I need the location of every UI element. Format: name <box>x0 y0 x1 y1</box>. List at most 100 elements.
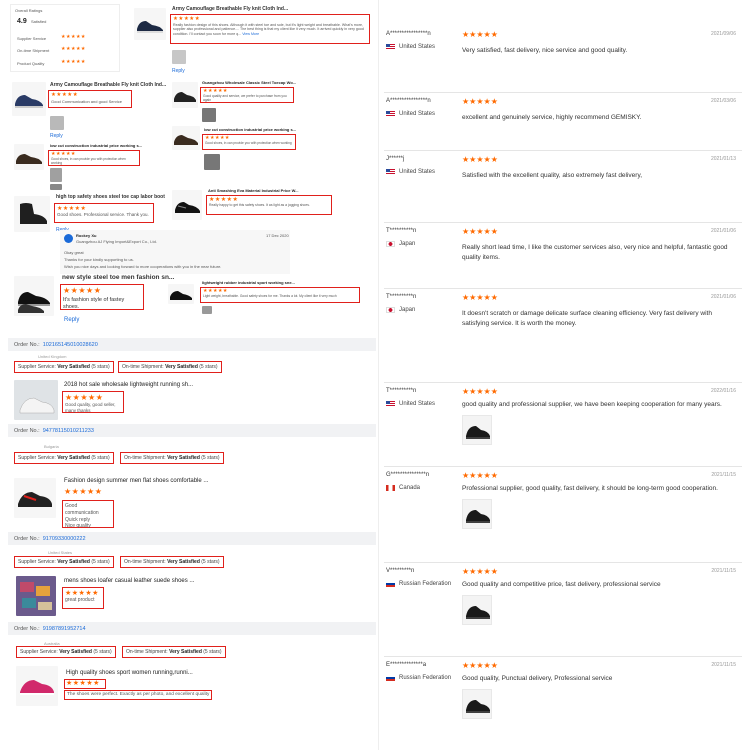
product-title[interactable]: mens shoes loafer casual leather suede s… <box>64 578 194 584</box>
review-stars: ★★★★★ <box>462 293 498 302</box>
order-number-link[interactable]: 102165145010028620 <box>43 342 98 348</box>
shoe-icon <box>170 291 192 300</box>
review-text: Good quality and service, we prefer to p… <box>203 94 287 103</box>
rating-value: Very Satisfied <box>59 649 92 655</box>
review-row: V*********n Russian Federation ★★★★★ 2021/1… <box>384 562 742 656</box>
order-bar: Order No.: 91987891952714 <box>8 622 376 635</box>
product-title[interactable]: 2018 hot sale wholesale lightweight runn… <box>64 382 193 388</box>
country-name: Japan <box>399 241 416 247</box>
shoe-icon <box>18 292 50 313</box>
order-bar: Order No.: 91709330000222 <box>8 532 376 545</box>
product-title[interactable]: high top safety shoes steel toe cap labo… <box>56 194 165 201</box>
rating-value: Very Satisfied <box>57 364 90 370</box>
review-text: Nice quality <box>65 523 91 530</box>
review-text: Satisfied with the excellent quality, al… <box>462 172 643 179</box>
review-text: Really short lead time, I like the custo… <box>462 244 728 262</box>
product-title[interactable]: Army Camouflage Breathable Fly knit Clot… <box>50 82 166 89</box>
review-highlight: Good communication Quick reply Nice qual… <box>62 500 114 530</box>
rating-value: Very Satisfied <box>169 649 202 655</box>
review-row: T**********n Japan ★★★★★ 2021/01/06 Really s… <box>384 222 742 288</box>
review-text: Light weight, breathable. Good safety sh… <box>203 294 337 298</box>
shoe-icon <box>20 203 47 224</box>
photo-thumbnail[interactable] <box>202 108 216 122</box>
product-title[interactable]: Anti Smashing Eva Material Industrial Pr… <box>208 188 298 193</box>
photo-thumbnail[interactable] <box>204 154 220 170</box>
photo-thumbnail[interactable] <box>50 184 62 190</box>
supplier-reply-box: Rockey Xu Guangzhou AJ Flying Import&Exp… <box>60 230 290 274</box>
product-title[interactable]: Army Camouflage Breathable Fly knit Clot… <box>172 6 288 13</box>
shoe-icon <box>20 680 54 695</box>
rating-label: On-time Shipment: <box>126 649 168 655</box>
photo-thumbnail[interactable] <box>50 116 64 130</box>
product-title[interactable]: High quality shoes sport women running,r… <box>66 670 193 676</box>
product-thumbnail[interactable] <box>12 82 46 116</box>
review-date: 2021/11/15 <box>711 472 736 478</box>
product-title[interactable]: low cut construction industrial price wo… <box>204 127 296 132</box>
review-row: T**********n United States ★★★★★ 2022/01/16… <box>384 382 742 466</box>
review-text: Good shoes. Professional service. Thank … <box>57 212 149 217</box>
product-thumbnail[interactable] <box>172 82 198 108</box>
review-stars: ★★★★★ <box>462 567 498 576</box>
overall-score-sub: Satisfied <box>31 19 47 24</box>
flag-jp-icon <box>386 307 395 313</box>
product-title[interactable]: Guangzhou Wholesale Classic Steel Toecap… <box>202 80 296 85</box>
product-thumbnail[interactable] <box>16 576 56 616</box>
reviewer-name: G***************n <box>386 472 430 478</box>
review-date: 2021/01/06 <box>710 294 736 300</box>
country-name: United States <box>399 169 436 175</box>
review-highlight: ★★★★★ Really fashion design of this shoe… <box>170 14 370 44</box>
reply-link[interactable]: Reply <box>64 317 79 323</box>
product-thumbnail[interactable] <box>134 8 166 40</box>
product-thumbnail[interactable] <box>14 380 58 420</box>
photo-thumbnail[interactable] <box>50 168 62 182</box>
country-name: United States <box>399 111 436 117</box>
review-photo-thumbnail[interactable] <box>462 415 492 445</box>
review-photo-thumbnail[interactable] <box>462 499 492 529</box>
product-thumbnail[interactable] <box>14 144 44 170</box>
review-date: 2021/01/06 <box>710 228 736 234</box>
shipment-rating: On-time Shipment: Very Satisfied (5 star… <box>120 556 224 568</box>
review-text: Very satisfied, fast delivery, nice serv… <box>462 47 628 54</box>
order-number-link[interactable]: 91987891952714 <box>43 626 86 632</box>
review-date: 2021/03/06 <box>710 98 736 104</box>
rating-stars-text: (5 stars) <box>91 364 110 370</box>
review-text: Good shoes, in can provide you with prot… <box>205 141 292 145</box>
product-title[interactable]: lightweight rubber industrial sport work… <box>202 280 295 285</box>
review-date: 2021/11/15 <box>711 568 736 574</box>
order-label: Order No.: <box>14 341 40 348</box>
product-thumbnail[interactable] <box>14 276 54 316</box>
review-highlight: ★★★★★ Good shoes. Professional service. … <box>54 203 154 223</box>
rating-stars-text: (5 stars) <box>91 455 110 461</box>
product-thumbnail[interactable] <box>172 126 200 150</box>
review-highlight: ★★★★★ Good Communication and good Servic… <box>48 90 132 108</box>
reply-link[interactable]: Reply <box>50 133 63 139</box>
review-text: Quick reply <box>65 516 91 523</box>
flag-us-icon <box>386 401 395 407</box>
shoe-icon <box>175 202 200 213</box>
review-text: Really happy to get this safety shoes. I… <box>209 203 310 207</box>
photo-thumbnail[interactable] <box>202 306 212 314</box>
shoe-icon <box>15 95 43 108</box>
product-thumbnail[interactable] <box>172 190 202 220</box>
product-title[interactable]: low cut construction industrial price wo… <box>50 143 142 148</box>
rating-label: On-time Shipment: <box>122 364 164 370</box>
review-text: Really fashion design of this shoes. Alt… <box>173 22 364 37</box>
order-number-link[interactable]: 94778115010211233 <box>43 428 94 434</box>
photo-thumbnail[interactable] <box>172 50 186 64</box>
review-photo-thumbnail[interactable] <box>462 595 492 625</box>
product-title[interactable]: Fashion design summer men flat shoes com… <box>64 478 208 484</box>
reply-link[interactable]: Reply <box>172 68 185 74</box>
order-bar: Order No.: 102165145010028620 <box>8 338 376 351</box>
review-photo-thumbnail[interactable] <box>462 689 492 719</box>
product-title[interactable]: new style steel toe men fashion sn... <box>62 274 174 282</box>
order-label: Order No.: <box>14 427 40 434</box>
reviewer-country: Russian Federation <box>386 675 451 681</box>
order-number-link[interactable]: 91709330000222 <box>43 536 86 542</box>
order-label: Order No.: <box>14 535 40 542</box>
product-thumbnail[interactable] <box>14 196 50 232</box>
product-thumbnail[interactable] <box>16 666 58 706</box>
product-thumbnail[interactable] <box>168 284 194 304</box>
review-highlight: ★★★★★ great product <box>62 587 104 609</box>
product-thumbnail[interactable] <box>14 478 56 518</box>
view-more-link[interactable]: View More <box>241 32 259 36</box>
